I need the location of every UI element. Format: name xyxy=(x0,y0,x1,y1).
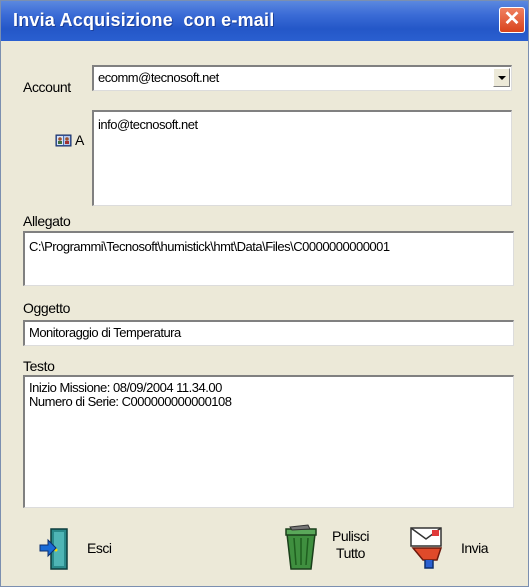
account-select[interactable]: ecomm@tecnosoft.net xyxy=(92,65,512,91)
to-field[interactable]: info@tecnosoft.net xyxy=(92,110,512,206)
clear-all-label: Pulisci Tutto xyxy=(332,528,369,561)
chevron-down-icon xyxy=(498,76,506,80)
send-label: Invia xyxy=(461,540,489,556)
attachment-field[interactable]: C:\Programmi\Tecnosoft\humistick\hmt\Dat… xyxy=(23,231,514,286)
send-button[interactable]: Invia xyxy=(407,526,507,574)
exit-door-icon xyxy=(37,526,73,577)
body-field[interactable]: Inizio Missione: 08/09/2004 11.34.00 Num… xyxy=(23,375,514,508)
window-title: Invia Acquisizione con e-mail xyxy=(13,10,275,30)
subject-field[interactable]: Monitoraggio di Temperatura xyxy=(23,320,514,346)
address-book-icon[interactable] xyxy=(55,132,73,148)
close-icon: ✕ xyxy=(503,8,521,30)
title-bar[interactable]: Invia Acquisizione con e-mail ✕ xyxy=(1,1,528,41)
attachment-label: Allegato xyxy=(23,213,71,229)
to-label: A xyxy=(75,132,84,148)
subject-label: Oggetto xyxy=(23,300,71,316)
trash-bin-icon xyxy=(284,524,320,577)
clear-all-button[interactable]: Pulisci Tutto xyxy=(284,524,376,572)
exit-label: Esci xyxy=(87,540,112,556)
account-label: Account xyxy=(23,79,71,95)
exit-button[interactable]: Esci xyxy=(37,526,117,574)
send-mail-icon xyxy=(407,526,455,575)
account-dropdown-button[interactable] xyxy=(493,68,510,87)
email-dialog: Invia Acquisizione con e-mail ✕ Account … xyxy=(0,0,529,587)
body-label: Testo xyxy=(23,358,55,374)
close-button[interactable]: ✕ xyxy=(499,7,525,33)
account-value: ecomm@tecnosoft.net xyxy=(98,70,219,85)
